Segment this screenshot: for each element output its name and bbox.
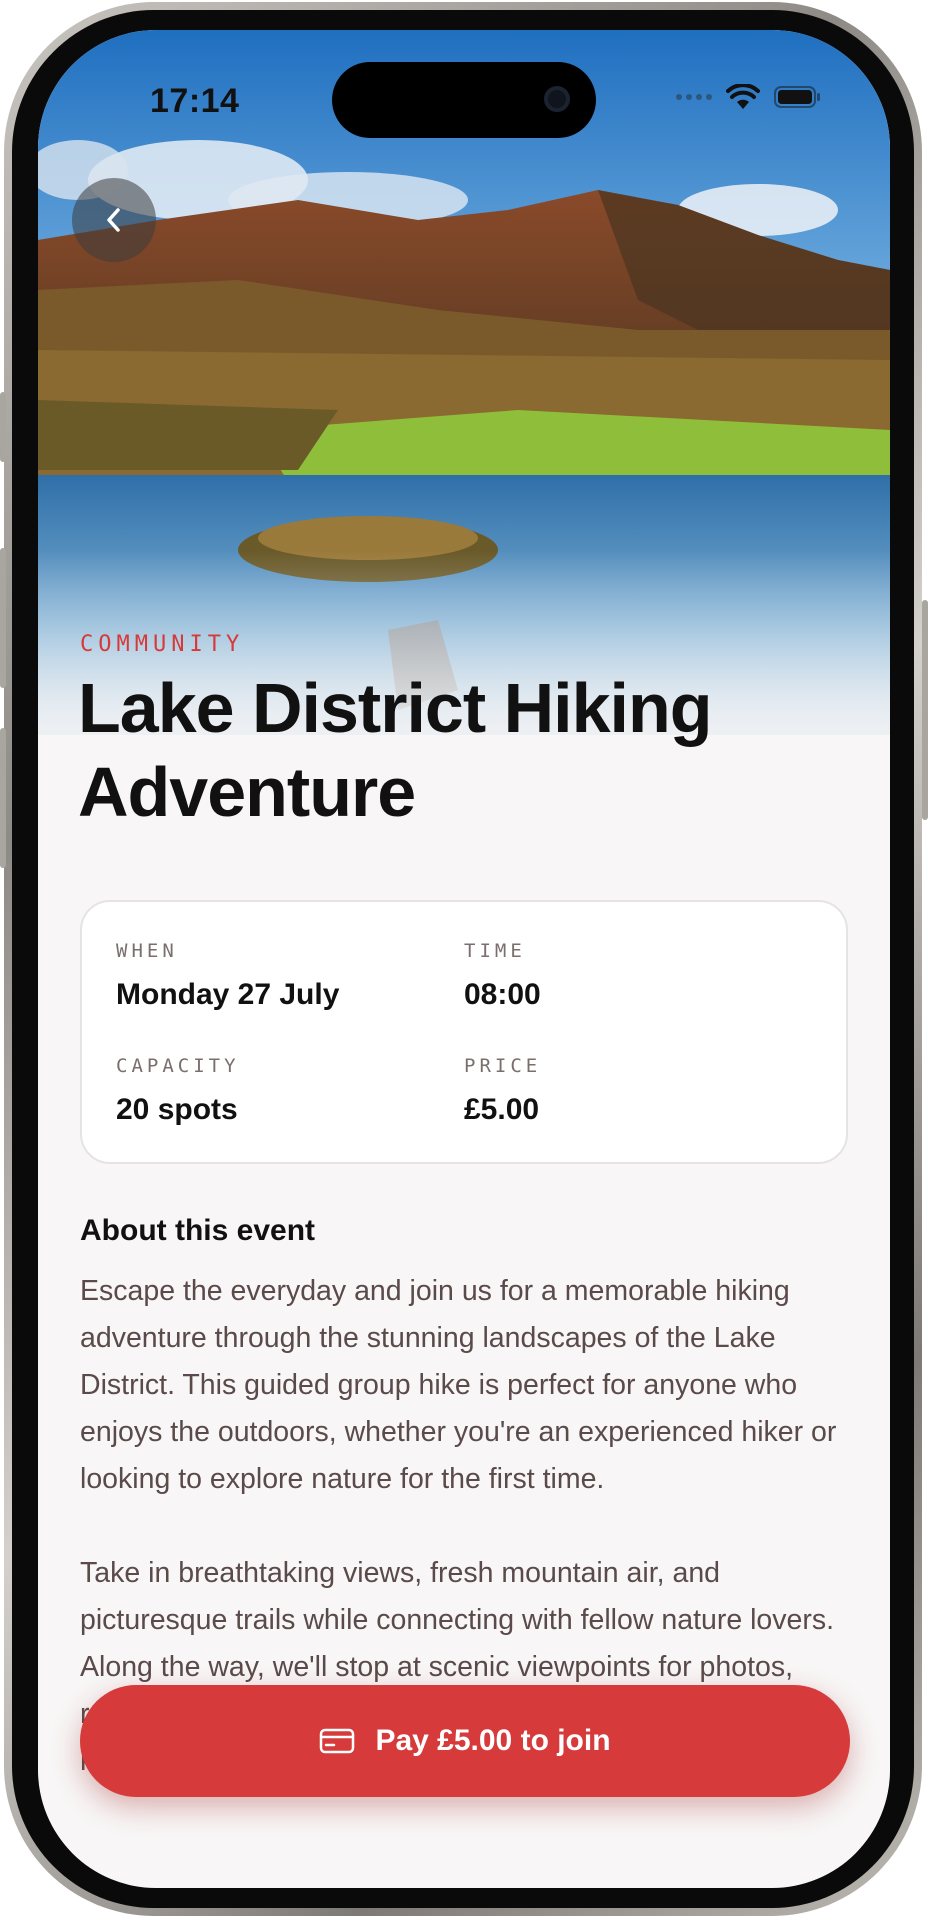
pay-to-join-button[interactable]: Pay £5.00 to join (80, 1685, 850, 1797)
when-value: Monday 27 July (116, 978, 340, 1011)
event-category: COMMUNITY (80, 632, 245, 657)
chevron-left-icon (107, 208, 120, 232)
volume-down-button (0, 728, 6, 868)
volume-up-button (0, 548, 6, 688)
time-label: TIME (464, 940, 526, 962)
capacity-label: CAPACITY (116, 1055, 240, 1077)
credit-card-icon (320, 1728, 355, 1754)
front-camera (544, 86, 570, 112)
event-details-card: WHEN Monday 27 July TIME 08:00 CAPACITY … (80, 900, 848, 1164)
battery-icon (774, 85, 822, 109)
time-detail: TIME 08:00 (464, 940, 541, 1012)
power-button (922, 600, 928, 820)
capacity-value: 20 spots (116, 1093, 238, 1126)
status-time: 17:14 (150, 82, 240, 120)
price-detail: PRICE £5.00 (464, 1055, 541, 1127)
action-button (0, 392, 6, 462)
about-paragraph: Escape the everyday and join us for a me… (80, 1275, 837, 1495)
event-title: Lake District Hiking Adventure (78, 669, 713, 831)
when-detail: WHEN Monday 27 July (116, 940, 339, 1012)
price-value: £5.00 (464, 1093, 540, 1126)
cellular-signal-icon (676, 94, 712, 100)
price-label: PRICE (464, 1055, 542, 1077)
about-heading: About this event (80, 1214, 316, 1247)
pay-button-label: Pay £5.00 to join (375, 1724, 611, 1757)
capacity-detail: CAPACITY 20 spots (116, 1055, 240, 1127)
dynamic-island (332, 62, 596, 138)
wifi-icon (726, 84, 760, 110)
back-button[interactable] (72, 178, 156, 262)
time-value: 08:00 (464, 978, 541, 1011)
app-screen: 17:14 COMMUNITY Lake District Hiking Adv… (38, 30, 890, 1888)
when-label: WHEN (116, 940, 178, 962)
status-icons (676, 84, 822, 110)
